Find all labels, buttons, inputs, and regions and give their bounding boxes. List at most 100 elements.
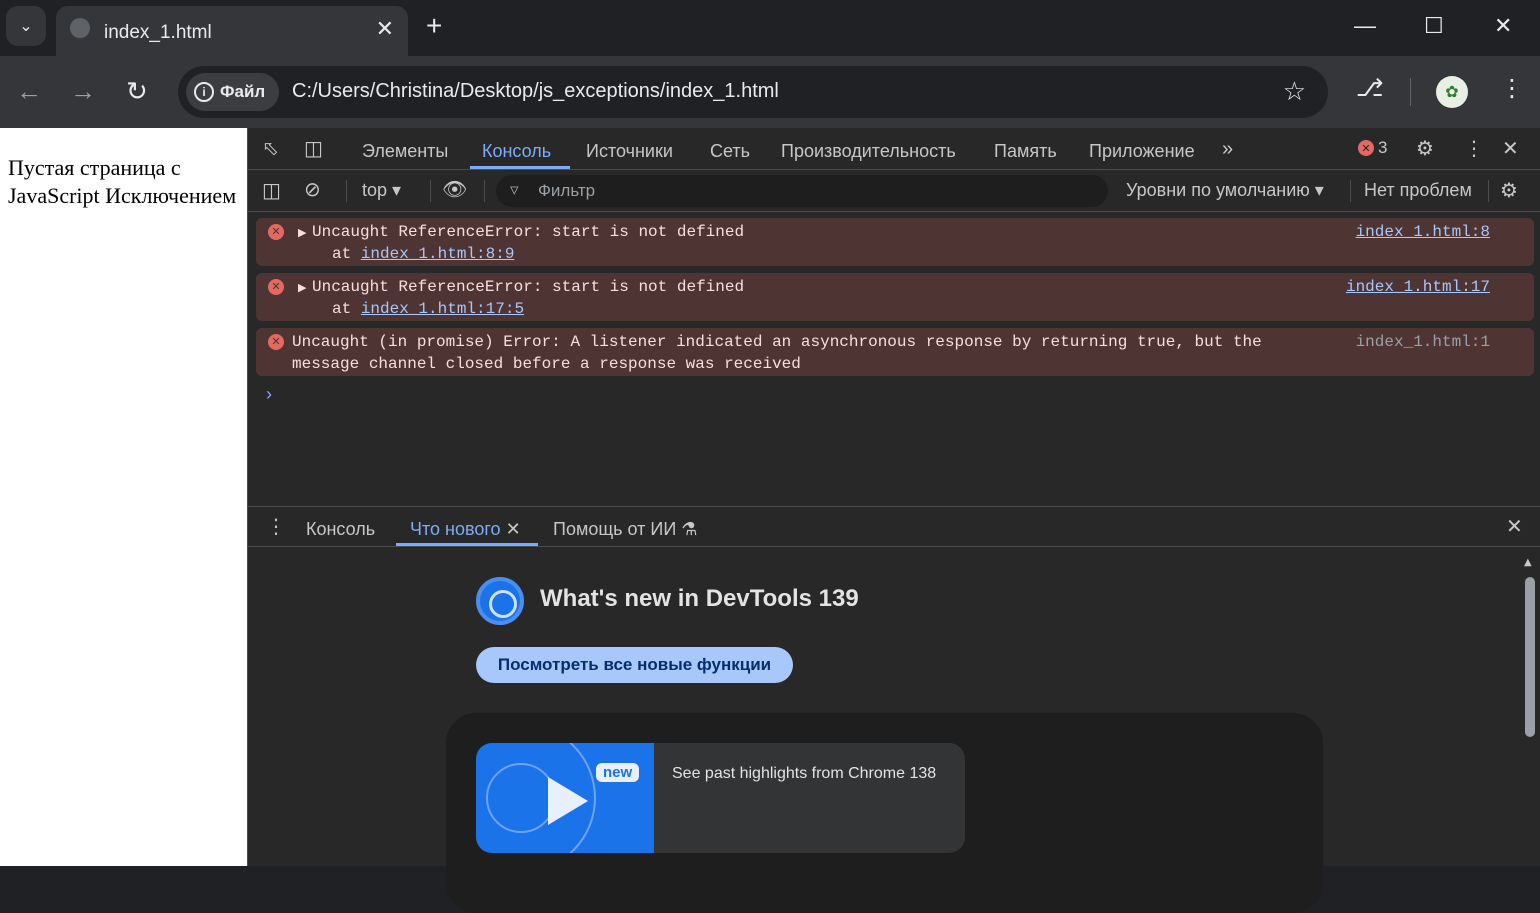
video-thumbnail: new bbox=[476, 743, 654, 853]
more-tabs-icon[interactable]: » bbox=[1222, 137, 1233, 161]
live-expression-eye-icon[interactable]: 👁 bbox=[442, 178, 467, 202]
console-filterbar: ◫ ⊘ top ▾ 👁 ▿ Фильтр Уровни по умолчанию… bbox=[248, 170, 1540, 212]
card-text: See past highlights from Chrome 138 bbox=[672, 765, 937, 782]
browser-toolbar: ← → ↻ i Файл C:/Users/Christina/Desktop/… bbox=[0, 56, 1540, 128]
filterbar-divider bbox=[1350, 180, 1351, 202]
filter-funnel-icon: ▿ bbox=[510, 180, 519, 199]
context-selector[interactable]: top ▾ bbox=[362, 180, 401, 201]
source-link[interactable]: index_1.html:17 bbox=[1346, 276, 1490, 298]
error-text: Uncaught ReferenceError: start is not de… bbox=[312, 223, 745, 241]
log-levels-dropdown[interactable]: Уровни по умолчанию ▾ bbox=[1126, 180, 1324, 201]
play-icon bbox=[548, 777, 588, 825]
ai-tab-label: Помощь от ИИ bbox=[553, 519, 677, 539]
stack-line: at index_1.html:8:9 bbox=[332, 243, 514, 265]
filter-input[interactable]: ▿ Фильтр bbox=[496, 175, 1108, 207]
scroll-up-arrow-icon[interactable]: ▲ bbox=[1524, 557, 1532, 568]
filter-placeholder: Фильтр bbox=[538, 181, 596, 200]
minimize-button[interactable]: — bbox=[1354, 12, 1376, 40]
back-button[interactable]: ← bbox=[16, 76, 42, 106]
levels-label: Уровни по умолчанию bbox=[1126, 180, 1310, 200]
tab-elements[interactable]: Элементы bbox=[362, 141, 448, 162]
tab-console[interactable]: Консоль bbox=[482, 141, 551, 162]
error-text: Uncaught (in promise) Error: A listener … bbox=[292, 333, 1262, 373]
tab-network[interactable]: Сеть bbox=[710, 141, 750, 162]
stack-link[interactable]: index_1.html:8:9 bbox=[361, 245, 515, 263]
whats-new-title: What's new in DevTools 139 bbox=[540, 585, 859, 612]
extensions-icon[interactable]: ⎇ bbox=[1356, 74, 1384, 104]
see-all-features-button[interactable]: Посмотреть все новые функции bbox=[476, 647, 793, 683]
filterbar-divider bbox=[430, 180, 431, 202]
source-link[interactable]: index_1.html:1 bbox=[1356, 331, 1490, 353]
expand-triangle-icon[interactable]: ▶ bbox=[298, 222, 306, 244]
globe-icon bbox=[70, 18, 90, 38]
reload-button[interactable]: ↻ bbox=[126, 76, 148, 106]
settings-gear-icon[interactable]: ⚙ bbox=[1416, 137, 1434, 161]
scroll-thumb[interactable] bbox=[1525, 577, 1535, 737]
device-toolbar-icon[interactable]: ◫ bbox=[304, 137, 323, 161]
context-label: top bbox=[362, 180, 388, 200]
site-info-chip[interactable]: i Файл bbox=[186, 73, 280, 111]
console-error-message[interactable]: ✕ ▶ Uncaught ReferenceError: start is no… bbox=[256, 218, 1534, 266]
tab-title: index_1.html bbox=[104, 22, 212, 43]
active-tab-indicator bbox=[470, 166, 570, 169]
tab-application[interactable]: Приложение bbox=[1089, 141, 1195, 162]
drawer-tab-console[interactable]: Консоль bbox=[306, 519, 375, 540]
tab-sources[interactable]: Источники bbox=[586, 141, 673, 162]
console-prompt-chevron-icon[interactable]: › bbox=[266, 384, 272, 405]
sidebar-toggle-icon[interactable]: ◫ bbox=[262, 179, 281, 203]
drawer-tabbar: ⋮ Консоль Что нового ✕ Помощь от ИИ ⚗ ✕ bbox=[248, 507, 1540, 547]
chrome-devtools-logo-icon bbox=[476, 577, 524, 625]
address-bar[interactable]: i Файл C:/Users/Christina/Desktop/js_exc… bbox=[178, 66, 1328, 118]
expand-triangle-icon[interactable]: ▶ bbox=[298, 277, 306, 299]
devtools-panel: ⬁ ◫ Элементы Консоль Источники Сеть Прои… bbox=[247, 128, 1540, 913]
tab-search-button[interactable]: ⌄ bbox=[6, 6, 46, 46]
drawer-menu-icon[interactable]: ⋮ bbox=[266, 515, 286, 539]
devtools-menu-icon[interactable]: ⋮ bbox=[1464, 137, 1484, 161]
tab-performance[interactable]: Производительность bbox=[781, 141, 956, 162]
profile-avatar[interactable]: ✿ bbox=[1436, 76, 1468, 108]
stack-link[interactable]: index_1.html:17:5 bbox=[361, 300, 524, 318]
browser-tab[interactable]: index_1.html ✕ bbox=[56, 6, 408, 56]
close-drawer-icon[interactable]: ✕ bbox=[1506, 515, 1523, 539]
devtools-tabbar: ⬁ ◫ Элементы Консоль Источники Сеть Прои… bbox=[248, 128, 1540, 170]
new-tab-button[interactable]: + bbox=[426, 12, 442, 40]
tab-strip: ⌄ index_1.html ✕ + — ☐ ✕ bbox=[0, 0, 1540, 56]
browser-menu-icon[interactable]: ⋮ bbox=[1500, 74, 1524, 104]
error-icon: ✕ bbox=[1358, 140, 1374, 156]
filterbar-divider bbox=[484, 180, 485, 202]
url-text[interactable]: C:/Users/Christina/Desktop/js_exceptions… bbox=[292, 80, 779, 103]
filterbar-divider bbox=[1488, 180, 1489, 202]
maximize-button[interactable]: ☐ bbox=[1424, 12, 1444, 40]
security-chip-label: Файл bbox=[220, 82, 266, 101]
error-icon: ✕ bbox=[268, 279, 284, 295]
new-badge: new bbox=[596, 763, 640, 782]
info-icon: i bbox=[194, 82, 214, 102]
drawer-tab-whats-new[interactable]: Что нового ✕ bbox=[410, 519, 521, 540]
console-error-message[interactable]: ✕ ▶ Uncaught ReferenceError: start is no… bbox=[256, 273, 1534, 321]
highlights-video-card[interactable]: new See past highlights from Chrome 138 bbox=[476, 743, 965, 853]
error-icon: ✕ bbox=[268, 334, 284, 350]
error-text: Uncaught ReferenceError: start is not de… bbox=[312, 278, 745, 296]
error-counter[interactable]: ✕ 3 bbox=[1358, 138, 1387, 158]
close-tab-icon[interactable]: ✕ bbox=[506, 519, 521, 539]
stack-prefix: at bbox=[332, 300, 361, 318]
forward-button[interactable]: → bbox=[70, 76, 96, 106]
inspect-element-icon[interactable]: ⬁ bbox=[262, 137, 279, 161]
window-close-button[interactable]: ✕ bbox=[1494, 12, 1512, 40]
bookmark-star-icon[interactable]: ☆ bbox=[1283, 76, 1306, 106]
console-error-message[interactable]: ✕ Uncaught (in promise) Error: A listene… bbox=[256, 328, 1534, 376]
whats-new-tab-label: Что нового bbox=[410, 519, 501, 539]
error-icon: ✕ bbox=[268, 224, 284, 240]
clear-console-icon[interactable]: ⊘ bbox=[304, 178, 321, 202]
close-tab-icon[interactable]: ✕ bbox=[376, 18, 394, 40]
issues-button[interactable]: Нет проблем bbox=[1364, 180, 1472, 201]
active-drawer-tab-indicator bbox=[396, 543, 538, 546]
console-settings-gear-icon[interactable]: ⚙ bbox=[1500, 179, 1518, 203]
drawer-tab-ai-assistance[interactable]: Помощь от ИИ ⚗ bbox=[553, 519, 697, 540]
close-devtools-icon[interactable]: ✕ bbox=[1502, 137, 1519, 161]
tab-memory[interactable]: Память bbox=[994, 141, 1057, 162]
toolbar-divider bbox=[1410, 78, 1411, 106]
drawer-scrollbar[interactable]: ▲ bbox=[1523, 553, 1535, 863]
source-link[interactable]: index_1.html:8 bbox=[1356, 221, 1490, 243]
filterbar-divider bbox=[346, 180, 347, 202]
